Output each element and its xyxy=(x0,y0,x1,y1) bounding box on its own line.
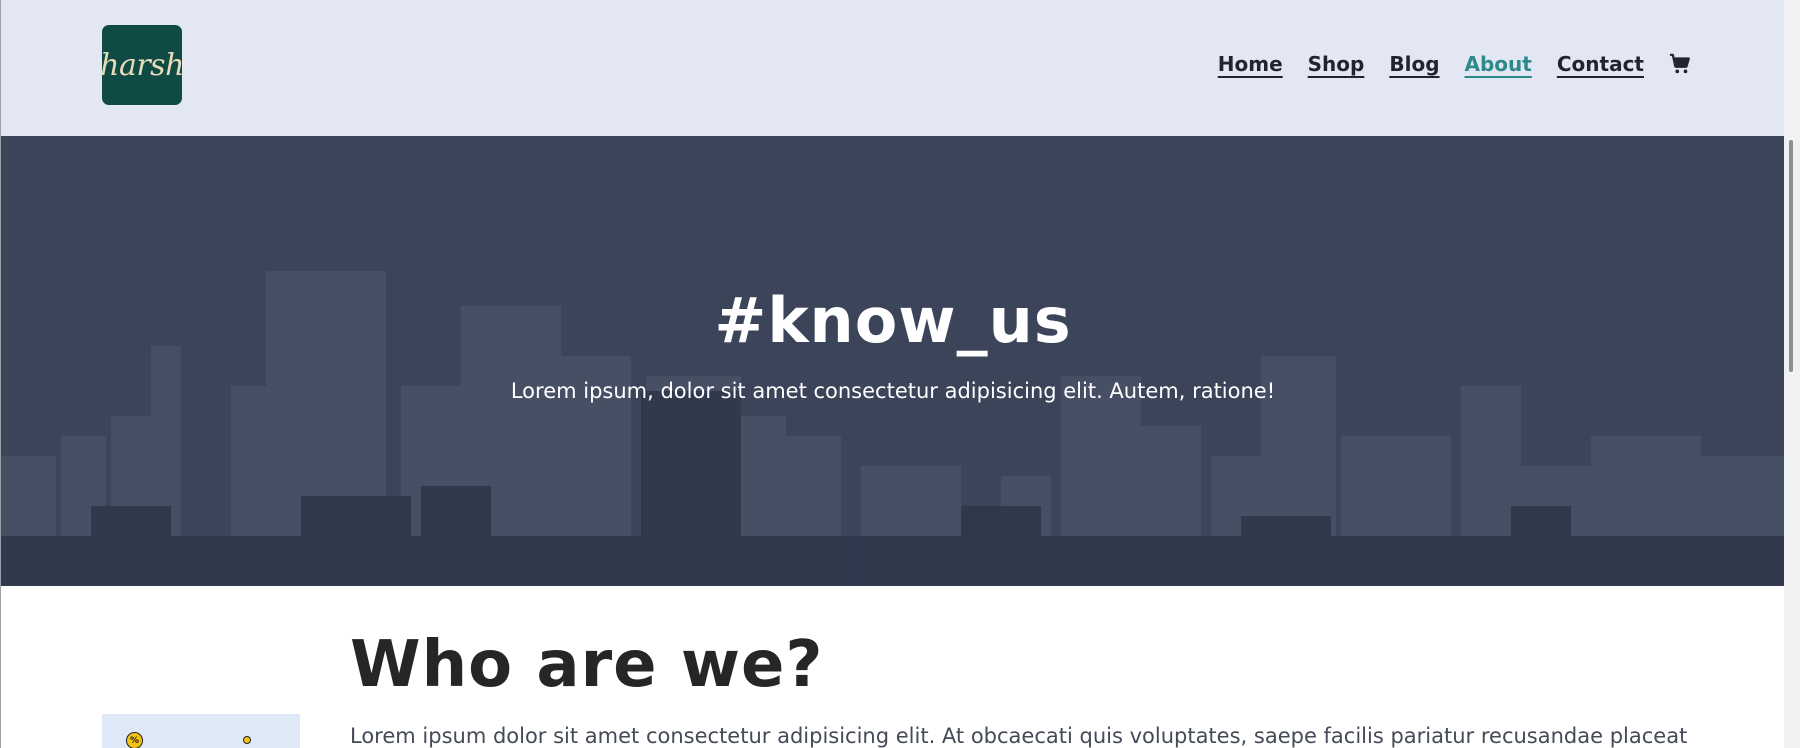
logo[interactable]: harsh xyxy=(100,25,184,105)
page: harsh Home Shop Blog About Contact #know… xyxy=(0,0,1800,748)
nav-about[interactable]: About xyxy=(1465,52,1532,76)
logo-text: harsh xyxy=(100,47,184,83)
nav-contact[interactable]: Contact xyxy=(1557,52,1644,76)
about-illustration: % xyxy=(102,714,300,748)
nav-shop[interactable]: Shop xyxy=(1308,52,1365,76)
nav-blog[interactable]: Blog xyxy=(1389,52,1439,76)
hero-subtitle: Lorem ipsum, dolor sit amet consectetur … xyxy=(510,379,1276,403)
cart-icon[interactable] xyxy=(1669,53,1691,75)
hero-title: #know_us xyxy=(714,284,1072,357)
main-nav: Home Shop Blog About Contact xyxy=(1218,52,1691,76)
site-header: harsh Home Shop Blog About Contact xyxy=(1,0,1800,136)
section-body-text: Lorem ipsum dolor sit amet consectetur a… xyxy=(350,724,1688,748)
hero-banner: #know_us Lorem ipsum, dolor sit amet con… xyxy=(1,136,1785,586)
percent-badge-icon: % xyxy=(126,732,143,748)
nav-home[interactable]: Home xyxy=(1218,52,1283,76)
page-scrollbar[interactable] xyxy=(1784,0,1800,748)
section-title: Who are we? xyxy=(350,628,824,702)
scrollbar-thumb[interactable] xyxy=(1789,140,1793,372)
coin-icon xyxy=(243,736,251,744)
